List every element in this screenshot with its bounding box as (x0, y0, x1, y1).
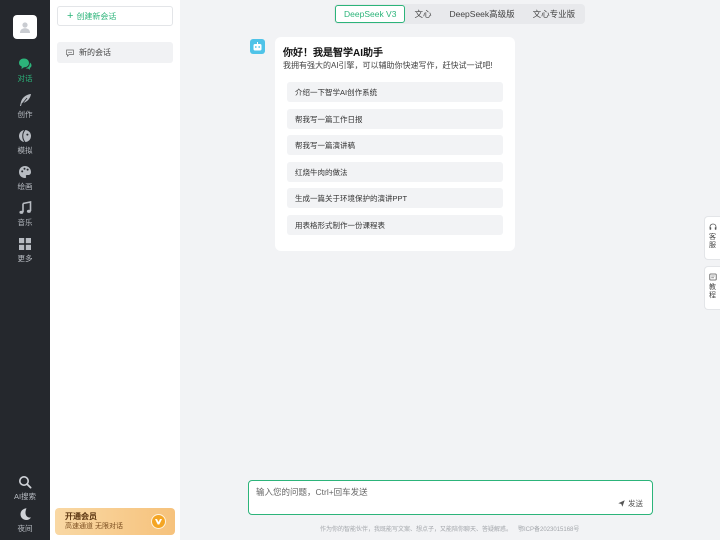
user-icon (20, 22, 30, 33)
feather-icon (20, 94, 31, 106)
sidebar-rail: 对话 创作 模拟 绘画 音乐 更多 AI搜索 夜间 (0, 0, 50, 540)
session-item[interactable]: 新的会话 (57, 42, 173, 63)
sidebar-item-label: AI搜索 (13, 492, 37, 501)
new-chat-label: 创建新会话 (76, 11, 117, 21)
welcome-title: 你好！我是智学AI助手 (283, 48, 383, 59)
suggestion-item[interactable]: 介绍一下智学AI创作系统 (287, 82, 503, 102)
suggestion-item[interactable]: 生成一篇关于环境保护的演讲PPT (287, 188, 503, 208)
vip-banner[interactable]: 开通会员 高速通道 无限对话 (55, 508, 175, 535)
new-chat-button[interactable]: + 创建新会话 (57, 6, 173, 26)
sidebar-item-label: 模拟 (17, 146, 33, 155)
message-icon (66, 49, 74, 57)
footer: 作为你的智能伙伴，我既能写文案、想点子，又能陪你聊天、答疑解惑。 鄂ICP备202… (320, 524, 579, 533)
tab-deepseek-v3[interactable]: DeepSeek V3 (335, 5, 406, 23)
search-icon (19, 476, 32, 489)
avatar[interactable] (13, 15, 37, 39)
suggestion-item[interactable]: 用表格形式制作一份课程表 (287, 215, 503, 235)
tutorial-label: 教程 (709, 284, 716, 300)
palette-icon (19, 166, 31, 178)
vip-badge-icon (151, 514, 166, 529)
customer-service-label: 客服 (709, 234, 716, 250)
book-icon (708, 273, 717, 281)
sidebar-item-label: 更多 (17, 254, 33, 263)
sidebar-item-label: 创作 (17, 110, 33, 119)
welcome-subtitle: 我拥有强大的AI引擎，可以辅助你快速写作，赶快试一试吧! (283, 61, 493, 70)
welcome-card: 你好！我是智学AI助手 我拥有强大的AI引擎，可以辅助你快速写作，赶快试一试吧!… (275, 37, 515, 251)
moon-icon (20, 508, 31, 520)
send-icon (618, 500, 625, 507)
send-button[interactable]: 发送 (618, 498, 643, 509)
sidebar-item-label: 夜间 (17, 524, 33, 533)
tab-deepseek-advanced[interactable]: DeepSeek高级版 (440, 5, 523, 23)
chat-input[interactable] (249, 481, 652, 514)
plus-icon: + (67, 9, 74, 22)
tab-wenxin-pro[interactable]: 文心专业版 (524, 5, 585, 23)
bot-avatar-icon (250, 39, 265, 54)
sidebar-item-more[interactable]: 更多 (0, 237, 50, 273)
session-label: 新的会话 (79, 48, 111, 57)
tab-wenxin[interactable]: 文心 (405, 5, 440, 23)
session-panel: + 创建新会话 新的会话 开通会员 高速通道 无限对话 (50, 0, 180, 540)
model-tabs: DeepSeek V3 文心 DeepSeek高级版 文心专业版 (334, 4, 586, 24)
music-note-icon (19, 201, 32, 214)
sidebar-item-simulate[interactable]: 模拟 (0, 129, 50, 165)
sidebar-item-ai-search[interactable]: AI搜索 (0, 475, 50, 511)
sidebar-item-label: 对话 (17, 74, 33, 83)
grid-icon (19, 238, 31, 250)
send-label: 发送 (628, 499, 643, 508)
mask-icon (19, 129, 31, 143)
footer-text: 作为你的智能伙伴，我既能写文案、想点子，又能陪你聊天、答疑解惑。 (320, 527, 513, 533)
suggestion-item[interactable]: 帮我写一篇演讲稿 (287, 135, 503, 155)
sidebar-item-create[interactable]: 创作 (0, 93, 50, 129)
suggestion-item[interactable]: 帮我写一篇工作日报 (287, 109, 503, 129)
sidebar-item-paint[interactable]: 绘画 (0, 165, 50, 201)
sidebar-item-music[interactable]: 音乐 (0, 201, 50, 237)
tutorial-button[interactable]: 教程 (704, 266, 720, 310)
chat-input-box: 发送 (248, 480, 653, 515)
sidebar-item-label: 绘画 (17, 182, 33, 191)
sidebar-item-night-mode[interactable]: 夜间 (0, 507, 50, 540)
suggestion-item[interactable]: 红烧牛肉的做法 (287, 162, 503, 182)
icp-link[interactable]: 鄂ICP备2023015168号 (518, 527, 579, 533)
sidebar-item-chat[interactable]: 对话 (0, 57, 50, 93)
chat-icon (19, 58, 32, 70)
headset-icon (709, 223, 716, 230)
sidebar-item-label: 音乐 (17, 218, 33, 227)
customer-service-button[interactable]: 客服 (704, 216, 720, 260)
